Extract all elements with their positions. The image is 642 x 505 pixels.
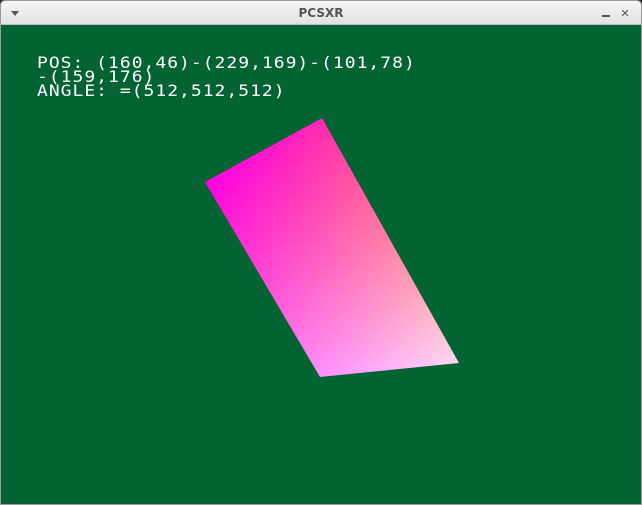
quad-layer-2 <box>205 118 459 377</box>
minimize-icon[interactable] <box>598 5 614 21</box>
close-icon[interactable]: ✕ <box>617 5 633 21</box>
game-screen: POS: (160,46)-(229,169)-(101,78) -(159,1… <box>1 25 641 504</box>
window-title: PCSXR <box>298 6 344 20</box>
angle-text-line: ANGLE: =(512,512,512) <box>37 81 286 101</box>
title-bar[interactable]: PCSXR ✕ <box>1 1 641 25</box>
emulator-window: PCSXR ✕ POS: (160,46)-(229,169)-(101,78)… <box>0 0 642 505</box>
